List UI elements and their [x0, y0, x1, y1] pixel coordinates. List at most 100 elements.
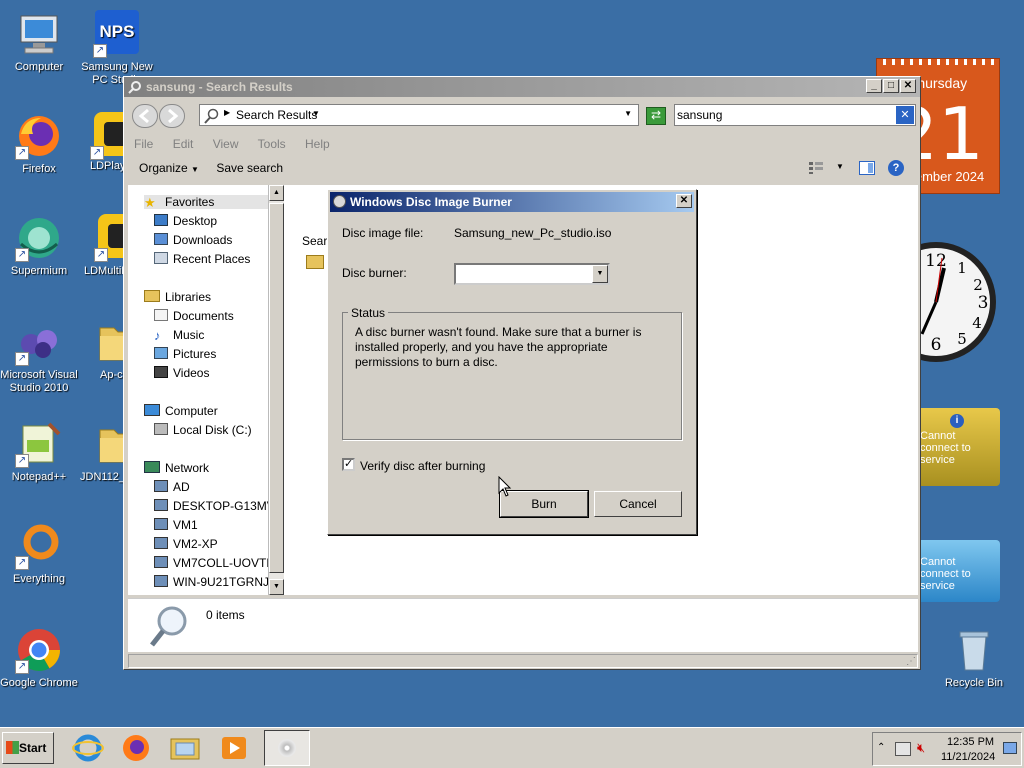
- desktop-icon-firefox[interactable]: ↗ Firefox: [0, 112, 78, 176]
- status-group-label: Status: [348, 306, 389, 320]
- nav-network[interactable]: Network: [144, 461, 209, 475]
- nav-net-ad-label: AD: [173, 480, 190, 494]
- tray-date[interactable]: 11/21/2024: [941, 751, 995, 763]
- taskbar-media-player-icon[interactable]: [218, 733, 250, 763]
- visual-studio-icon: ↗: [15, 318, 63, 366]
- verify-label[interactable]: Verify disc after burning: [360, 459, 485, 473]
- clock-numeral: 2: [973, 276, 983, 294]
- taskbar-disc-burner-task[interactable]: [264, 730, 310, 766]
- nav-computer[interactable]: Computer: [144, 404, 218, 418]
- dialog-close-button[interactable]: ✕: [676, 194, 692, 208]
- address-bar[interactable]: ▶ Search Results ▼ ▼: [199, 104, 639, 126]
- nav-scrollbar[interactable]: ▲ ▼: [268, 185, 284, 595]
- weather-gadget[interactable]: i Cannot connect to service: [914, 408, 1000, 486]
- desktop-icon-google-chrome[interactable]: ↗ Google Chrome: [0, 626, 78, 690]
- preview-pane-icon[interactable]: [859, 161, 875, 175]
- taskbar: Start ⌃ 🔇︎ 12:35 PM 11/21/2024: [0, 727, 1024, 768]
- search-box[interactable]: ✕: [674, 104, 916, 126]
- menu-file[interactable]: File: [134, 137, 153, 151]
- nav-net-desktop[interactable]: DESKTOP-G13MVH4: [154, 499, 268, 513]
- forward-button[interactable]: [159, 104, 185, 128]
- menu-view[interactable]: View: [213, 137, 239, 151]
- verify-checkbox[interactable]: ✓: [342, 458, 355, 471]
- burner-dropdown-button[interactable]: ▼: [592, 265, 608, 283]
- nav-local-disk[interactable]: Local Disk (C:): [154, 423, 252, 437]
- desktop-icon-notepadpp[interactable]: ↗ Notepad++: [0, 420, 78, 484]
- desktop-icon-computer[interactable]: Computer: [0, 10, 78, 74]
- ldplayer-icon: ↗: [90, 112, 124, 160]
- start-button[interactable]: Start: [2, 732, 54, 764]
- details-pane: 0 items: [128, 598, 918, 652]
- disc-burner-dialog[interactable]: Windows Disc Image Burner ✕ Disc image f…: [327, 189, 697, 535]
- refresh-button[interactable]: ⇄: [646, 107, 666, 125]
- search-input[interactable]: [677, 107, 889, 123]
- desktop-icon-everything[interactable]: ↗ Everything: [0, 522, 78, 586]
- nav-net-vm1[interactable]: VM1: [154, 518, 198, 532]
- tray-expand-icon[interactable]: ⌃: [877, 742, 885, 753]
- nav-documents[interactable]: Documents: [154, 309, 234, 323]
- desktop-icon-folder-jdn112[interactable]: JDN112_: [78, 420, 124, 484]
- network-computer-icon: [154, 518, 168, 530]
- nav-net-vm2xp[interactable]: VM2-XP: [154, 537, 218, 551]
- back-button[interactable]: [132, 104, 158, 128]
- nav-favorites[interactable]: ★ Favorites: [144, 195, 268, 210]
- menu-help[interactable]: Help: [305, 137, 330, 151]
- desktop-icon-folder-apc[interactable]: Ap-c: [78, 318, 124, 382]
- nav-downloads[interactable]: Downloads: [154, 233, 232, 247]
- nav-net-win9u[interactable]: WIN-9U21TGRNJH6: [154, 575, 268, 589]
- feed-gadget[interactable]: Cannot connect to service: [914, 540, 1000, 602]
- nav-net-vm7coll[interactable]: VM7COLL-UOVTPDA: [154, 556, 268, 570]
- nav-net-ad[interactable]: AD: [154, 480, 190, 494]
- desktop-icon-ldplayer[interactable]: ↗ LDPlayer: [78, 112, 124, 173]
- save-search-button[interactable]: Save search: [216, 161, 283, 175]
- disc-icon: [333, 195, 346, 208]
- show-desktop-icon[interactable]: [1003, 742, 1017, 754]
- scroll-thumb[interactable]: [269, 203, 284, 573]
- command-bar: Organize ▼ Save search: [139, 161, 283, 175]
- minimize-button[interactable]: _: [866, 79, 882, 93]
- address-dropdown-icon[interactable]: ▼: [624, 109, 632, 118]
- nav-pictures[interactable]: Pictures: [154, 347, 216, 361]
- scroll-down-button[interactable]: ▼: [269, 579, 284, 595]
- taskbar-ie-icon[interactable]: [72, 733, 104, 763]
- nav-computer-label: Computer: [165, 404, 218, 418]
- breadcrumb-dropdown-icon[interactable]: ▼: [312, 109, 320, 118]
- dialog-titlebar[interactable]: Windows Disc Image Burner ✕: [330, 192, 694, 212]
- network-computer-icon: [154, 499, 168, 511]
- shortcut-arrow-icon: ↗: [15, 146, 29, 160]
- nav-music[interactable]: ♪ Music: [154, 328, 204, 343]
- menu-edit[interactable]: Edit: [173, 137, 194, 151]
- search-folder-icon[interactable]: [306, 255, 324, 269]
- tray-time[interactable]: 12:35 PM: [947, 736, 994, 748]
- nav-libraries[interactable]: Libraries: [144, 290, 211, 304]
- burn-button[interactable]: Burn: [499, 490, 589, 518]
- shortcut-arrow-icon: ↗: [15, 454, 29, 468]
- resize-grip-icon[interactable]: ⋰: [906, 656, 916, 667]
- desktop-icon-ldmultiplayer[interactable]: ↗ LDMultiPlayer: [78, 214, 124, 278]
- volume-muted-icon[interactable]: 🔇︎: [917, 740, 925, 756]
- organize-label: Organize: [139, 161, 188, 175]
- menu-tools[interactable]: Tools: [258, 137, 286, 151]
- cancel-button[interactable]: Cancel: [594, 491, 682, 517]
- view-options-icon[interactable]: [808, 161, 824, 175]
- maximize-button[interactable]: □: [883, 79, 899, 93]
- help-icon[interactable]: ?: [888, 160, 904, 176]
- taskbar-explorer-icon[interactable]: [168, 733, 202, 763]
- desktop-icon-supermium[interactable]: ↗ Supermium: [0, 214, 78, 278]
- nav-local-disk-label: Local Disk (C:): [173, 423, 252, 437]
- scroll-up-button[interactable]: ▲: [269, 185, 284, 201]
- organize-button[interactable]: Organize ▼: [139, 161, 199, 175]
- desktop-icon-recycle-bin[interactable]: Recycle Bin: [935, 626, 1013, 690]
- nav-recent-places[interactable]: Recent Places: [154, 252, 250, 266]
- network-tray-icon[interactable]: [895, 742, 911, 756]
- taskbar-firefox-icon[interactable]: [120, 733, 152, 763]
- clear-search-icon[interactable]: ✕: [896, 106, 914, 124]
- nav-desktop[interactable]: Desktop: [154, 214, 217, 228]
- view-dropdown-icon[interactable]: ▼: [836, 162, 844, 171]
- close-button[interactable]: ✕: [900, 79, 916, 93]
- nav-videos[interactable]: Videos: [154, 366, 209, 380]
- burner-select[interactable]: ▼: [454, 263, 610, 285]
- computer-small-icon: [144, 404, 160, 416]
- explorer-titlebar[interactable]: sansung - Search Results _ □ ✕: [124, 77, 920, 97]
- desktop-icon-visual-studio[interactable]: ↗ Microsoft Visual Studio 2010: [0, 318, 78, 395]
